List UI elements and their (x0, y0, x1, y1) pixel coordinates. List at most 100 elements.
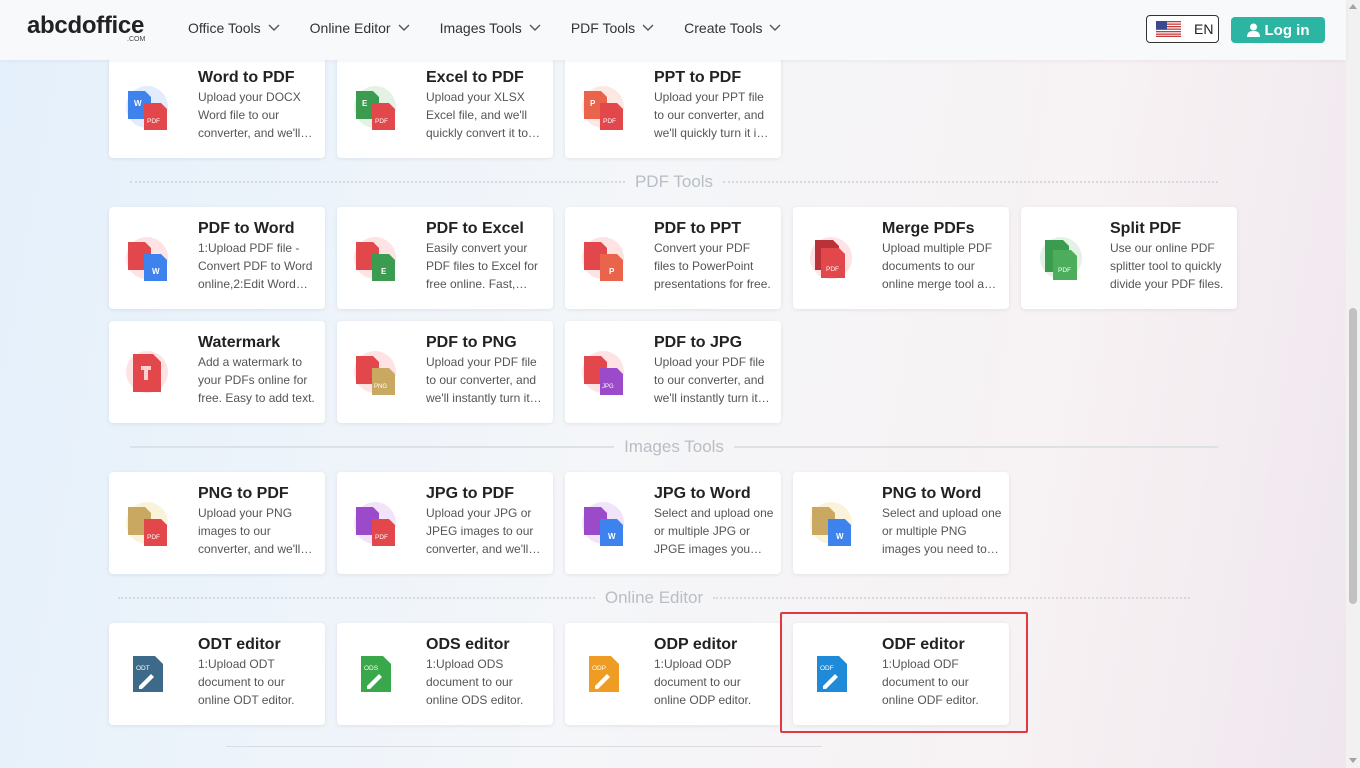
nav-create-tools-label: Create Tools (684, 20, 763, 36)
card-title: Split PDF (1110, 220, 1182, 237)
svg-text:JPG: JPG (602, 384, 614, 390)
card-description: Select and upload one or multiple PNG im… (882, 506, 1002, 556)
scroll-up-arrow-icon[interactable] (1349, 4, 1357, 9)
card-title: PDF to Excel (426, 220, 524, 237)
card-description: Add a watermark to your PDFs online for … (198, 355, 315, 405)
divider-line (118, 597, 595, 599)
tool-card-watermark[interactable]: Watermark Add a watermark to your PDFs o… (109, 321, 325, 423)
svg-text:E: E (381, 267, 387, 276)
excel-to-pdf-icon: E PDF (354, 86, 396, 130)
nav-online-editor[interactable]: Online Editor (310, 20, 410, 36)
card-title: PNG to Word (882, 485, 982, 502)
nav-office-tools-label: Office Tools (188, 20, 261, 36)
card-title: Word to PDF (198, 69, 295, 86)
tool-card-pdf-to-jpg[interactable]: JPG PDF to JPG Upload your PDF file to o… (565, 321, 781, 423)
card-description: Upload your JPG or JPEG images to our co… (426, 506, 534, 556)
card-description: 1:Upload PDF file - Convert PDF to Word … (198, 241, 313, 291)
nav-create-tools[interactable]: Create Tools (684, 20, 781, 36)
tool-card-ppt-to-pdf[interactable]: P PDF PPT to PDF Upload your PPT file to… (565, 56, 781, 158)
watermark-icon (126, 351, 168, 393)
card-title: PDF to PNG (426, 334, 517, 351)
tool-card-ods-editor[interactable]: ODS ODS editor 1:Upload ODS document to … (337, 623, 553, 725)
us-flag-icon (1156, 21, 1181, 37)
svg-text:PNG: PNG (374, 384, 387, 390)
login-button[interactable]: Log in (1231, 17, 1325, 43)
word-to-pdf-icon: W PDF (126, 86, 168, 130)
tool-card-pdf-to-word[interactable]: W PDF to Word 1:Upload PDF file - Conver… (109, 207, 325, 309)
tool-card-jpg-to-pdf[interactable]: PDF JPG to PDF Upload your JPG or JPEG i… (337, 472, 553, 574)
svg-text:PDF: PDF (375, 118, 388, 125)
chevron-down-icon (268, 24, 280, 31)
card-title: ODS editor (426, 636, 510, 653)
svg-text:W: W (836, 532, 844, 541)
tool-card-odt-editor[interactable]: ODT ODT editor 1:Upload ODT document to … (109, 623, 325, 725)
split-pdf-icon: PDF (1040, 237, 1082, 280)
card-description: Upload your PNG images to our converter,… (198, 506, 301, 556)
nav-pdf-tools-label: PDF Tools (570, 20, 636, 36)
top-navigation-bar: abcdoffice .COM Office Tools Online Edit… (0, 0, 1346, 60)
tool-card-split-pdf[interactable]: PDF Split PDF Use our online PDF splitte… (1021, 207, 1237, 309)
card-title: JPG to PDF (426, 485, 515, 502)
card-title: PPT to PDF (654, 69, 742, 86)
tool-card-excel-to-pdf[interactable]: E PDF Excel to PDF Upload your XLSX Exce… (337, 56, 553, 158)
tool-card-pdf-to-excel[interactable]: E PDF to Excel Easily convert your PDF f… (337, 207, 553, 309)
user-icon (1246, 23, 1260, 37)
card-description: Upload multiple PDF documents to our onl… (882, 241, 998, 291)
svg-text:E: E (362, 99, 368, 108)
main-nav: Office Tools Online Editor Images Tools … (188, 20, 781, 36)
tool-card-png-to-pdf[interactable]: PDF PNG to PDF Upload your PNG images to… (109, 472, 325, 574)
tool-card-png-to-word[interactable]: W PNG to Word Select and upload one or m… (793, 472, 1009, 574)
card-title: Excel to PDF (426, 69, 524, 86)
ppt-to-pdf-icon: P PDF (582, 86, 624, 130)
chevron-down-icon (529, 24, 541, 31)
card-title: PDF to PPT (654, 220, 742, 237)
png-to-pdf-icon: PDF (126, 502, 168, 546)
site-logo[interactable]: abcdoffice .COM (27, 12, 145, 44)
card-description: 1:Upload ODP document to our online ODP … (654, 657, 752, 707)
section-header-online-editor: Online Editor (118, 588, 1190, 608)
nav-images-tools[interactable]: Images Tools (440, 20, 541, 36)
svg-text:P: P (590, 99, 596, 108)
tool-card-merge-pdfs[interactable]: PDF Merge PDFs Upload multiple PDF docum… (793, 207, 1009, 309)
jpg-to-pdf-icon: PDF (354, 502, 396, 546)
divider-line (723, 181, 1219, 183)
svg-text:ODP: ODP (592, 665, 606, 672)
svg-text:PDF: PDF (375, 534, 388, 541)
nav-pdf-tools[interactable]: PDF Tools (571, 20, 654, 36)
section-title: Online Editor (604, 588, 704, 607)
merge-pdfs-icon: PDF (810, 237, 852, 279)
divider-line (130, 446, 615, 448)
png-to-word-icon: W (810, 502, 852, 546)
scrollbar-thumb[interactable] (1349, 308, 1357, 604)
section-title: PDF Tools (634, 172, 714, 191)
language-label: EN (1194, 21, 1214, 37)
logo-text: abcdoffice (27, 12, 145, 39)
odt-editor-icon: ODT (133, 656, 163, 692)
card-description: 1:Upload ODS document to our online ODS … (426, 657, 524, 707)
tool-card-word-to-pdf[interactable]: W PDF Word to PDF Upload your DOCX Word … (109, 56, 325, 158)
pdf-to-jpg-icon: JPG (582, 351, 624, 395)
svg-text:PDF: PDF (826, 266, 839, 273)
card-description: 1:Upload ODT document to our online ODT … (198, 657, 295, 707)
section-header-images-tools: Images Tools (130, 437, 1219, 457)
login-label: Log in (1264, 21, 1310, 39)
tool-card-odp-editor[interactable]: ODP ODP editor 1:Upload ODP document to … (565, 623, 781, 725)
section-title: Images Tools (624, 437, 724, 456)
divider-line (733, 446, 1219, 448)
card-description: Convert your PDF files to PowerPoint pre… (654, 241, 771, 291)
chevron-down-icon (769, 24, 781, 31)
card-title: JPG to Word (654, 485, 751, 502)
nav-online-editor-label: Online Editor (309, 20, 391, 36)
language-selector[interactable]: EN (1146, 15, 1219, 43)
svg-text:PDF: PDF (147, 534, 160, 541)
card-description: Upload your PDF file to our converter, a… (654, 355, 765, 405)
svg-text:PDF: PDF (1058, 267, 1071, 274)
tool-card-pdf-to-png[interactable]: PNG PDF to PNG Upload your PDF file to o… (337, 321, 553, 423)
scroll-down-arrow-icon[interactable] (1349, 758, 1357, 763)
card-description: Upload your PDF file to our converter, a… (426, 355, 537, 405)
tool-card-pdf-to-ppt[interactable]: P PDF to PPT Convert your PDF files to P… (565, 207, 781, 309)
nav-office-tools[interactable]: Office Tools (188, 20, 280, 36)
tool-card-jpg-to-word[interactable]: W JPG to Word Select and upload one or m… (565, 472, 781, 574)
pdf-to-excel-icon: E (354, 237, 396, 281)
svg-text:ODT: ODT (136, 665, 150, 672)
